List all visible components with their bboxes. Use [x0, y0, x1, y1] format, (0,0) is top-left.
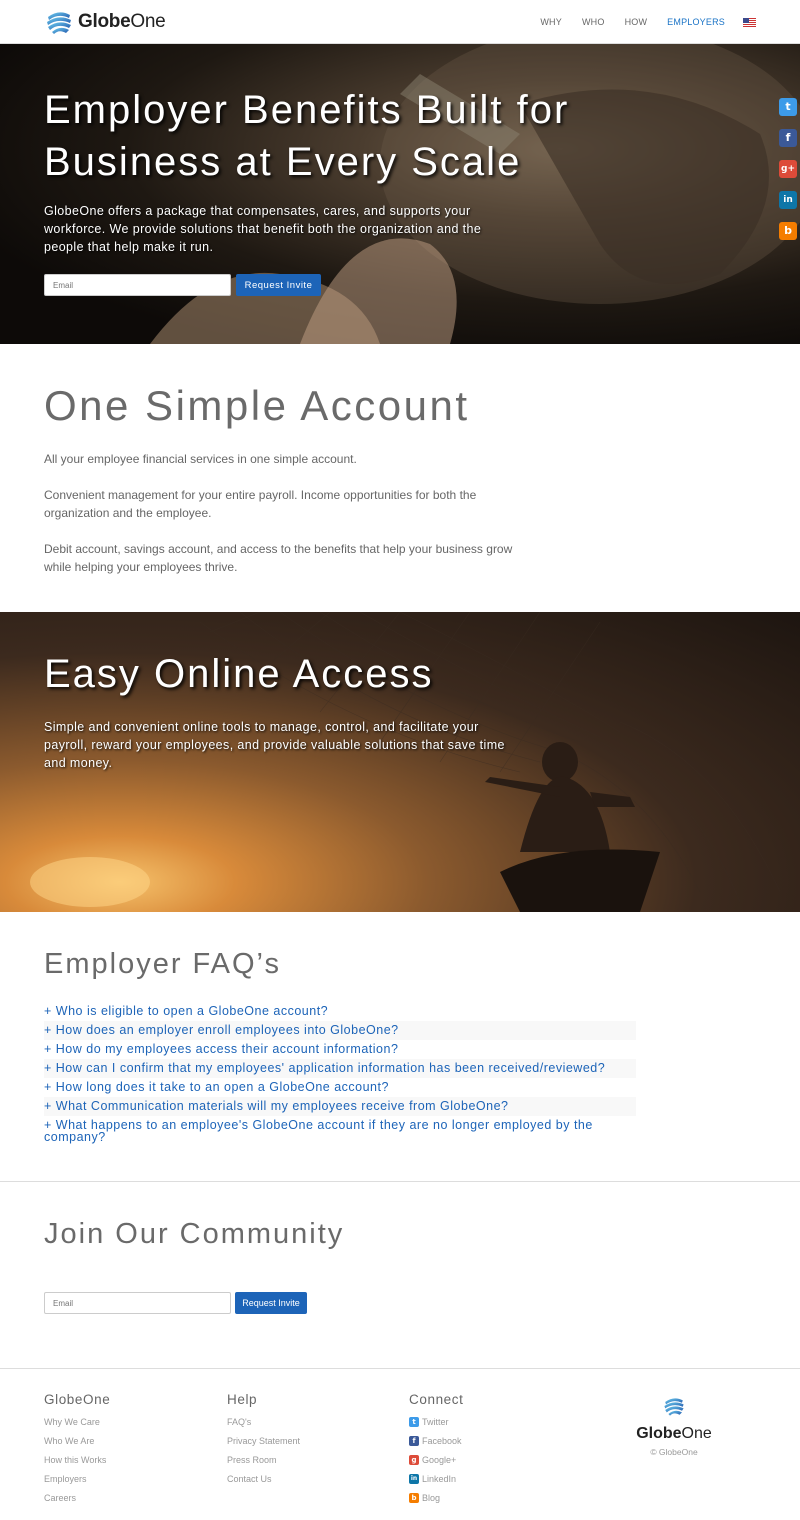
- faq-item[interactable]: + How long does it take to an open a Glo…: [44, 1078, 636, 1097]
- footer-link-facebook[interactable]: f Facebook: [409, 1432, 463, 1451]
- twitter-icon[interactable]: t: [779, 98, 797, 116]
- join-section-title: Join Our Community: [44, 1218, 345, 1250]
- nav-link-why[interactable]: WHY: [540, 17, 562, 27]
- hero-text: GlobeOne offers a package that compensat…: [44, 204, 482, 254]
- footer-link-how-this-works[interactable]: How this Works: [44, 1451, 110, 1470]
- footer-col-help: Help FAQ's Privacy Statement Press Room …: [227, 1392, 300, 1488]
- footer-link-employers[interactable]: Employers: [44, 1469, 110, 1488]
- brand-name: GlobeOne: [78, 11, 166, 32]
- nav-link-employers[interactable]: EMPLOYERS: [667, 17, 725, 27]
- nav-link-how[interactable]: HOW: [625, 17, 648, 27]
- footer-col-connect: Connect t Twitter f Facebook g Google+ i…: [409, 1392, 463, 1507]
- blog-icon[interactable]: b: [779, 222, 797, 240]
- footer-heading: Help: [227, 1392, 258, 1407]
- join-email-input[interactable]: [44, 1292, 231, 1314]
- nav-links: WHY WHO HOW EMPLOYERS: [520, 0, 756, 44]
- hero-title: Employer Benefits Built for Business at …: [44, 88, 570, 184]
- footer-link-careers[interactable]: Careers: [44, 1488, 110, 1507]
- footer-link-who-we-are[interactable]: Who We Are: [44, 1432, 110, 1451]
- footer-link-label: Google+: [422, 1454, 457, 1465]
- hero-email-input[interactable]: [44, 274, 231, 296]
- account-section-title: One Simple Account: [44, 382, 470, 429]
- footer-link-label: Facebook: [422, 1436, 462, 1447]
- account-paragraph: Convenient management for your entire pa…: [44, 488, 477, 520]
- access-text: Simple and convenient online tools to ma…: [44, 720, 505, 770]
- footer-link-privacy-statement[interactable]: Privacy Statement: [227, 1432, 300, 1451]
- access-title: Easy Online Access: [44, 652, 434, 696]
- hero-employer-benefits: Employer Benefits Built for Business at …: [0, 44, 800, 344]
- footer-link-blog[interactable]: b Blog: [409, 1488, 463, 1507]
- google-plus-icon: g: [409, 1454, 419, 1465]
- section-divider: [0, 1181, 800, 1182]
- footer-link-linkedin[interactable]: in LinkedIn: [409, 1469, 463, 1488]
- linkedin-icon: in: [409, 1473, 419, 1484]
- globe-logo-icon: [47, 12, 71, 34]
- footer-link-faqs[interactable]: FAQ's: [227, 1413, 300, 1432]
- footer-col-globeone: GlobeOne Why We Care Who We Are How this…: [44, 1392, 110, 1507]
- google-plus-icon[interactable]: g+: [779, 160, 797, 178]
- join-request-invite-button[interactable]: Request Invite: [235, 1292, 307, 1314]
- footer-logo[interactable]: GlobeOne © GlobeOne: [628, 1394, 720, 1457]
- faq-item[interactable]: + How can I confirm that my employees' a…: [44, 1059, 636, 1078]
- nav-link-who[interactable]: WHO: [582, 17, 605, 27]
- blog-icon: b: [409, 1492, 419, 1503]
- brand-logo[interactable]: GlobeOne: [44, 6, 166, 38]
- faq-item[interactable]: + How does an employer enroll employees …: [44, 1021, 636, 1040]
- footer-heading: GlobeOne: [44, 1392, 111, 1407]
- footer-brand-name: GlobeOne: [636, 1425, 712, 1442]
- faq-section-title: Employer FAQ’s: [44, 948, 281, 980]
- footer-link-why-we-care[interactable]: Why We Care: [44, 1413, 110, 1432]
- account-paragraph: All your employee financial services in …: [44, 452, 357, 466]
- top-nav: GlobeOne WHY WHO HOW EMPLOYERS: [0, 0, 800, 44]
- footer-divider: [0, 1368, 800, 1369]
- footer-link-press-room[interactable]: Press Room: [227, 1451, 300, 1470]
- footer-link-label: Blog: [422, 1492, 441, 1503]
- account-paragraph: Debit account, savings account, and acce…: [44, 542, 513, 574]
- footer-link-label: LinkedIn: [422, 1473, 457, 1484]
- faq-list: + Who is eligible to open a GlobeOne acc…: [44, 1002, 636, 1147]
- footer-link-contact-us[interactable]: Contact Us: [227, 1469, 300, 1488]
- faq-item[interactable]: + Who is eligible to open a GlobeOne acc…: [44, 1002, 636, 1021]
- globe-logo-icon: [664, 1398, 684, 1416]
- footer-link-twitter[interactable]: t Twitter: [409, 1413, 463, 1432]
- faq-item[interactable]: + How do my employees access their accou…: [44, 1040, 636, 1059]
- faq-item[interactable]: + What happens to an employee's GlobeOne…: [44, 1116, 636, 1147]
- footer-link-google-plus[interactable]: g Google+: [409, 1451, 463, 1470]
- hero-request-invite-button[interactable]: Request Invite: [236, 274, 321, 296]
- facebook-icon[interactable]: f: [779, 129, 797, 147]
- twitter-icon: t: [409, 1417, 419, 1428]
- linkedin-icon[interactable]: in: [779, 191, 797, 209]
- hero-easy-online-access: Easy Online Access Simple and convenient…: [0, 612, 800, 912]
- us-flag-icon[interactable]: [743, 17, 756, 27]
- footer-link-label: Twitter: [422, 1417, 449, 1428]
- facebook-icon: f: [409, 1436, 419, 1447]
- social-sidebar: t f g+ in b: [779, 98, 797, 253]
- faq-item[interactable]: + What Communication materials will my e…: [44, 1097, 636, 1116]
- footer-heading: Connect: [409, 1392, 464, 1407]
- footer-copyright: © GlobeOne: [650, 1447, 698, 1457]
